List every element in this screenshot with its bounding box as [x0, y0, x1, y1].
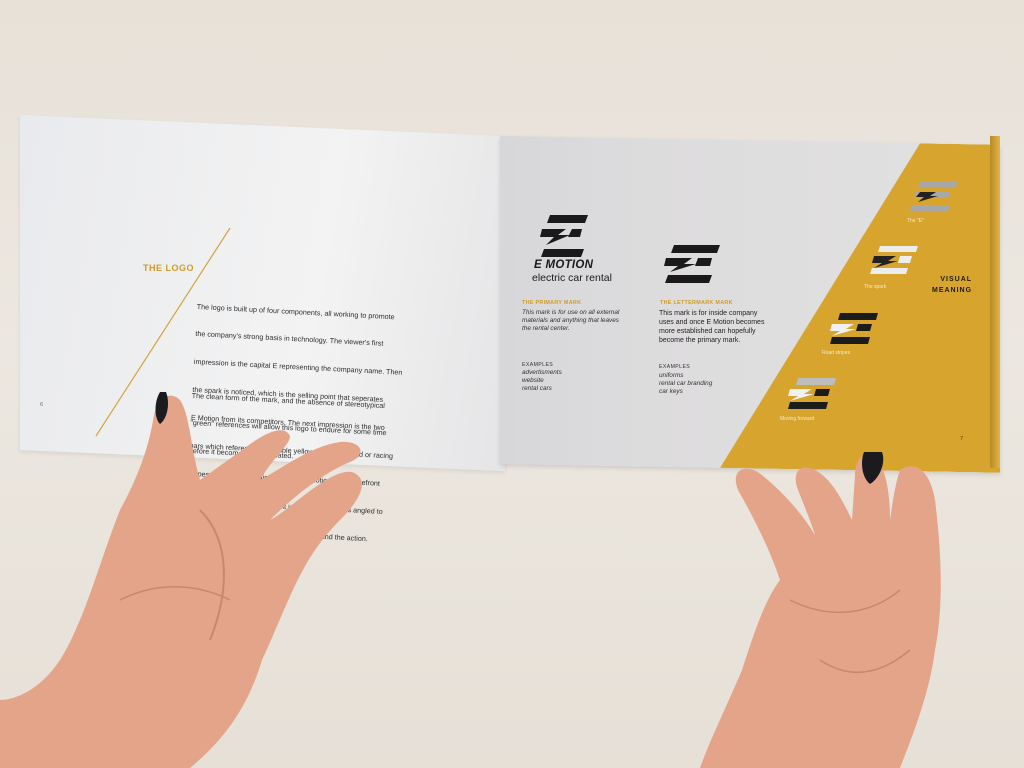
photo-scene: THE LOGO The logo is built up of four co…	[0, 0, 1024, 768]
right-hand	[700, 452, 941, 768]
